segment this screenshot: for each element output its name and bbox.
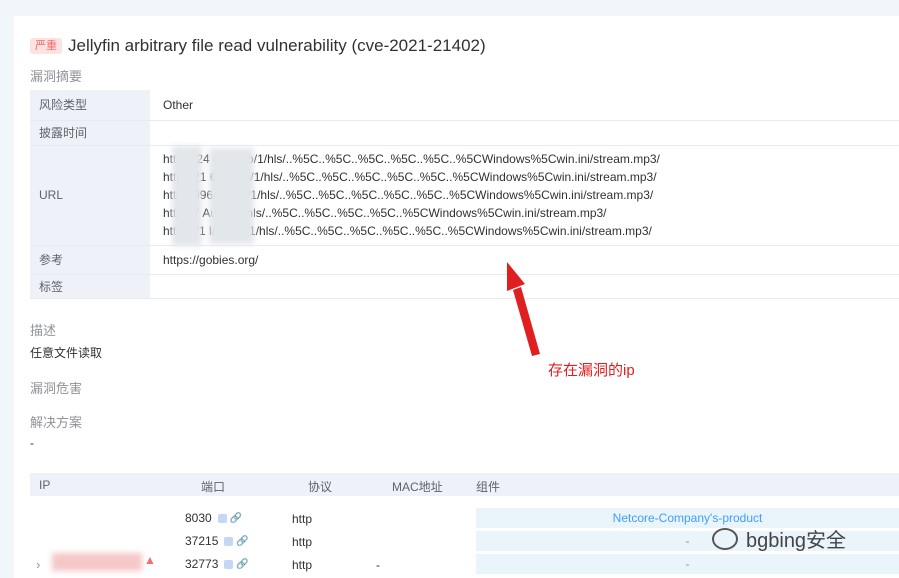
url-item[interactable]: http:// 24 4/Audio/1/hls/..%5C..%5C..%5C… [163, 150, 898, 168]
section-description-heading: 描述 [30, 323, 57, 338]
redaction-blur [172, 146, 202, 246]
vuln-detail-card: 严重 Jellyfin arbitrary file read vulnerab… [14, 16, 899, 578]
protocol-cell: http [292, 558, 313, 572]
link-icon[interactable]: 🔗 [236, 536, 248, 547]
vuln-title: Jellyfin arbitrary file read vulnerabili… [68, 36, 486, 55]
disclosure-label: 披露时间 [30, 120, 150, 146]
vuln-info-table: 风险类型 Other 披露时间 URL http:// 24 4/Audio/1… [30, 90, 899, 299]
url-item[interactable]: https://1 l/Audio/1/hls/..%5C..%5C..%5C.… [163, 222, 898, 240]
tags-label: 标签 [30, 274, 150, 299]
port-cell: 37215 🔗 [185, 534, 249, 548]
component-cell: - [476, 554, 899, 574]
risk-type-label: 风险类型 [30, 90, 150, 121]
protocol-cell: http [292, 512, 313, 526]
col-port: 端口 [201, 480, 226, 494]
section-solution-heading: 解决方案 [30, 415, 83, 430]
link-icon[interactable]: 🔗 [230, 513, 242, 524]
page-icon[interactable] [224, 537, 234, 547]
url-list: http:// 24 4/Audio/1/hls/..%5C..%5C..%5C… [150, 145, 899, 246]
info-row-tags: 标签 [30, 274, 899, 299]
url-item[interactable]: http 8096/Audio/1/hls/..%5C..%5C..%5C..%… [163, 186, 898, 204]
description-text: 任意文件读取 [30, 346, 103, 360]
section-harm-heading: 漏洞危害 [30, 381, 83, 396]
mac-cell: - [376, 558, 380, 572]
port-cell: 8030 🔗 [185, 511, 242, 525]
reference-link[interactable]: https://gobies.org/ [150, 245, 899, 275]
watermark-text: bgbing安全 [746, 530, 847, 552]
info-row-disclosure: 披露时间 [30, 120, 899, 146]
tags-value [150, 274, 899, 299]
section-summary-heading: 漏洞摘要 [30, 69, 83, 84]
info-row-risk-type: 风险类型 Other [30, 90, 899, 121]
risk-type-value: Other [150, 90, 899, 121]
reference-label: 参考 [30, 245, 150, 275]
info-row-url: URL http:// 24 4/Audio/1/hls/..%5C..%5C.… [30, 145, 899, 246]
ip-redaction-blur [52, 553, 142, 571]
vuln-header: 严重 Jellyfin arbitrary file read vulnerab… [30, 36, 486, 56]
annotation-text: 存在漏洞的ip [548, 362, 635, 379]
url-item[interactable]: http: .21 6/Audio/1/hls/..%5C..%5C..%5C.… [163, 168, 898, 186]
disclosure-value [150, 120, 899, 146]
info-row-reference: 参考 https://gobies.org/ [30, 245, 899, 275]
col-component: 组件 [476, 480, 501, 494]
ports-table-header: IP 端口 协议 MAC地址 组件 [30, 473, 899, 496]
redaction-blur [209, 148, 254, 244]
solution-text: - [30, 436, 34, 450]
url-label: URL [30, 145, 150, 246]
port-value: 8030 [185, 511, 212, 525]
url-item[interactable]: http 47 Audio/1/hls/..%5C..%5C..%5C..%5C… [163, 204, 898, 222]
col-ip: IP [39, 478, 51, 492]
chevron-right-icon[interactable]: › [36, 557, 40, 572]
protocol-cell: http [292, 535, 313, 549]
page-icon[interactable] [217, 514, 227, 524]
port-value: 37215 [185, 534, 219, 548]
wechat-icon [712, 527, 738, 550]
link-icon[interactable]: 🔗 [236, 559, 248, 570]
alert-icon: ▲ [144, 553, 156, 567]
port-cell: 32773 🔗 [185, 557, 249, 571]
col-mac: MAC地址 [392, 480, 443, 494]
severity-badge: 严重 [30, 38, 62, 54]
watermark: bgbing安全 [712, 524, 846, 553]
port-value: 32773 [185, 557, 219, 571]
col-protocol: 协议 [308, 480, 333, 494]
page-icon[interactable] [224, 560, 234, 570]
